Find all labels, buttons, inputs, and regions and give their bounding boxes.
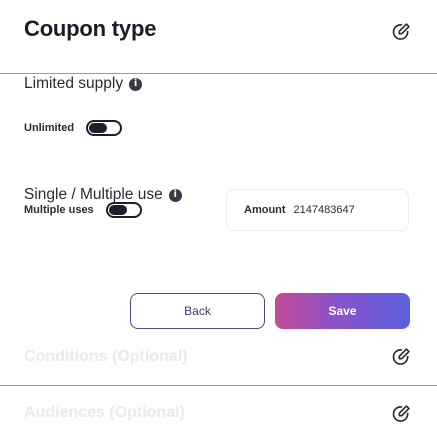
multiple-uses-toggle-row: Multiple uses <box>24 202 142 218</box>
edit-icon[interactable] <box>389 20 413 44</box>
save-button[interactable]: Save <box>275 293 410 329</box>
multiple-uses-toggle-label: Multiple uses <box>24 204 94 216</box>
limited-supply-label: Limited supply i <box>24 75 143 93</box>
conditions-title: Conditions (Optional) <box>24 348 188 365</box>
conditions-edit-icon[interactable] <box>389 345 413 369</box>
toggle-knob <box>89 123 108 133</box>
amount-field[interactable]: Amount 2147483647 <box>226 189 409 231</box>
unlimited-toggle-row: Unlimited <box>24 120 123 136</box>
audiences-title: Audiences (Optional) <box>24 404 185 421</box>
multiple-uses-toggle[interactable] <box>105 202 142 218</box>
coupon-type-title: Coupon type <box>24 16 157 41</box>
amount-label: Amount <box>244 204 286 216</box>
limited-supply-text: Limited supply <box>24 75 124 92</box>
back-button[interactable]: Back <box>130 293 265 329</box>
unlimited-toggle[interactable] <box>86 120 123 136</box>
divider <box>0 385 437 386</box>
toggle-knob <box>108 205 127 215</box>
unlimited-toggle-label: Unlimited <box>24 122 75 134</box>
divider <box>0 73 437 74</box>
info-icon[interactable]: i <box>168 188 182 202</box>
audiences-edit-icon[interactable] <box>389 402 413 426</box>
info-icon[interactable]: i <box>129 77 143 91</box>
amount-value: 2147483647 <box>293 204 355 216</box>
